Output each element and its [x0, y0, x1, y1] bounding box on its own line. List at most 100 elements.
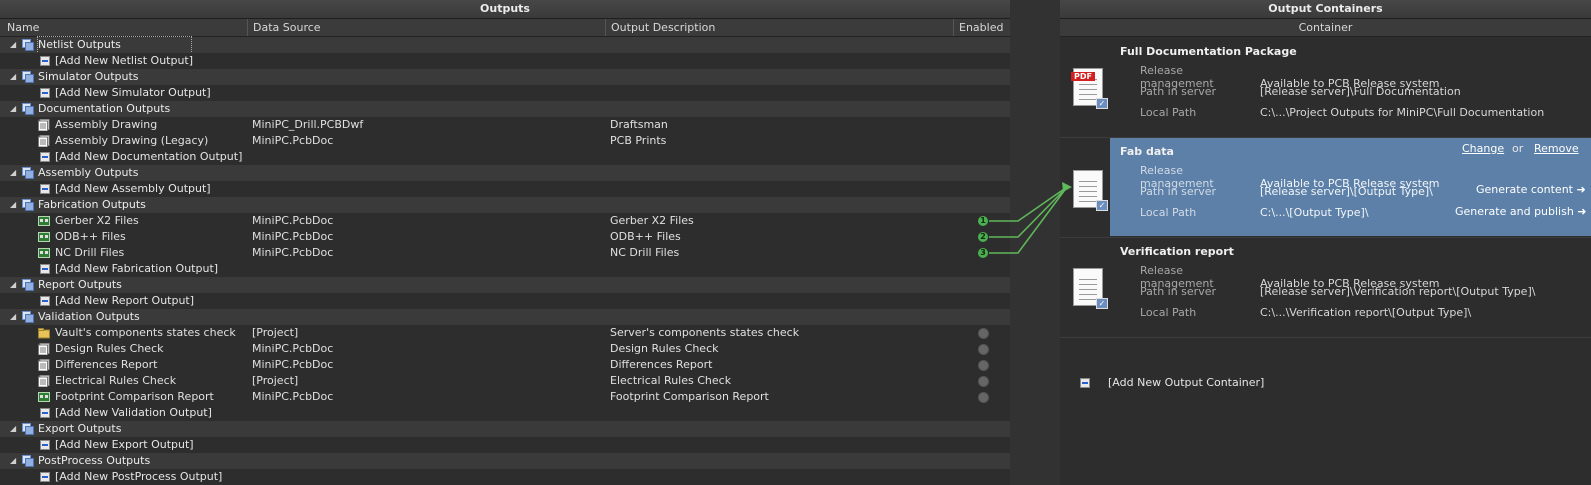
output-item-name: Electrical Rules Check	[55, 374, 177, 387]
add-output-container-link[interactable]: [Add New Output Container]	[1108, 376, 1264, 389]
enabled-toggle-off[interactable]	[978, 360, 989, 371]
output-group-icon	[22, 167, 34, 179]
add-output-link[interactable]: [Add New Assembly Output]	[55, 181, 211, 197]
add-output-icon[interactable]	[40, 184, 50, 194]
add-output-row[interactable]: [Add New Assembly Output]	[0, 181, 1010, 197]
add-output-icon[interactable]	[40, 296, 50, 306]
output-item-row[interactable]: Differences Report MiniPC.PcbDoc Differenc…	[0, 357, 1010, 373]
output-data-source[interactable]: [Project]	[252, 373, 298, 389]
add-output-row[interactable]: [Add New Validation Output]	[0, 405, 1010, 421]
add-output-link[interactable]: [Add New PostProcess Output]	[55, 469, 222, 485]
generate-and-publish-button[interactable]: Generate and publish ➜	[1455, 205, 1587, 218]
output-group-row[interactable]: ◢ Simulator Outputs	[0, 69, 1010, 85]
add-output-icon[interactable]	[40, 440, 50, 450]
output-data-source[interactable]: MiniPC.PcbDoc	[252, 229, 333, 245]
output-group-icon	[22, 103, 34, 115]
output-container-1[interactable]: PDF ✓ Full Documentation Package Release ma…	[1060, 38, 1591, 136]
add-output-link[interactable]: [Add New Simulator Output]	[55, 85, 211, 101]
add-container-icon[interactable]	[1080, 378, 1090, 388]
column-data-source[interactable]: Data Source	[247, 19, 321, 36]
enabled-toggle-off[interactable]	[978, 392, 989, 403]
add-output-row[interactable]: [Add New PostProcess Output]	[0, 469, 1010, 485]
collapse-triangle-icon[interactable]: ◢	[10, 277, 16, 293]
output-item-row[interactable]: Assembly Drawing (Legacy) MiniPC.PcbDoc PC…	[0, 133, 1010, 149]
container-property-row: Local Path C:\...\Project Outputs for Min…	[1140, 106, 1544, 119]
output-group-row[interactable]: ◢ Export Outputs	[0, 421, 1010, 437]
output-data-source[interactable]: MiniPC.PcbDoc	[252, 357, 333, 373]
output-data-source[interactable]: MiniPC.PcbDoc	[252, 341, 333, 357]
output-item-row[interactable]: Design Rules Check MiniPC.PcbDoc Design Ru…	[0, 341, 1010, 357]
add-output-link[interactable]: [Add New Validation Output]	[55, 405, 212, 421]
output-data-source[interactable]: MiniPC.PcbDoc	[252, 245, 333, 261]
add-output-row[interactable]: [Add New Fabrication Output]	[0, 261, 1010, 277]
output-group-row[interactable]: ◢ Assembly Outputs	[0, 165, 1010, 181]
collapse-triangle-icon[interactable]: ◢	[10, 421, 16, 437]
add-output-link[interactable]: [Add New Netlist Output]	[55, 53, 193, 69]
output-data-source[interactable]: MiniPC.PcbDoc	[252, 213, 333, 229]
output-item-row[interactable]: Footprint Comparison Report MiniPC.PcbDoc…	[0, 389, 1010, 405]
add-output-row[interactable]: [Add New Report Output]	[0, 293, 1010, 309]
add-output-link[interactable]: [Add New Fabrication Output]	[55, 261, 218, 277]
output-container-2[interactable]: ✓ Fab data Release management Available to …	[1073, 138, 1591, 236]
collapse-triangle-icon[interactable]: ◢	[10, 165, 16, 181]
column-enabled[interactable]: Enabled	[953, 19, 1003, 36]
generate-content-button[interactable]: Generate content ➜	[1476, 183, 1586, 196]
output-group-row[interactable]: ◢ Report Outputs	[0, 277, 1010, 293]
output-item-row[interactable]: Assembly Drawing MiniPC_Drill.PCBDwf Draft…	[0, 117, 1010, 133]
enabled-container-link[interactable]: 2	[978, 232, 988, 242]
containers-panel-title: Output Containers	[1060, 0, 1591, 19]
output-item-row[interactable]: ODB++ Files MiniPC.PcbDoc ODB++ Files 2	[0, 229, 1010, 245]
add-output-link[interactable]: [Add New Report Output]	[55, 293, 194, 309]
output-description: Differences Report	[610, 358, 713, 371]
pcb-output-icon	[38, 215, 50, 227]
collapse-triangle-icon[interactable]: ◢	[10, 453, 16, 469]
output-data-source[interactable]: MiniPC.PcbDoc	[252, 389, 333, 405]
output-group-row[interactable]: ◢ Documentation Outputs	[0, 101, 1010, 117]
add-output-icon[interactable]	[40, 56, 50, 66]
enabled-container-link[interactable]: 1	[978, 216, 988, 226]
output-group-row[interactable]: ◢ Netlist Outputs	[0, 36, 1010, 54]
add-output-icon[interactable]	[40, 472, 50, 482]
add-output-row[interactable]: [Add New Simulator Output]	[0, 85, 1010, 101]
add-output-icon[interactable]	[40, 408, 50, 418]
enabled-toggle-off[interactable]	[978, 344, 989, 355]
change-container-link[interactable]: Change	[1462, 142, 1504, 155]
container-property-row: Path in server [Release server]\Full Docu…	[1140, 85, 1461, 98]
column-output-description[interactable]: Output Description	[605, 19, 715, 36]
output-group-row[interactable]: ◢ PostProcess Outputs	[0, 453, 1010, 469]
panel-splitter[interactable]	[1010, 0, 1060, 485]
output-group-row[interactable]: ◢ Validation Outputs	[0, 309, 1010, 325]
output-data-source[interactable]: MiniPC.PcbDoc	[252, 133, 333, 149]
add-output-row[interactable]: [Add New Export Output]	[0, 437, 1010, 453]
output-data-source[interactable]: [Project]	[252, 325, 298, 341]
collapse-triangle-icon[interactable]: ◢	[10, 197, 16, 213]
collapse-triangle-icon[interactable]: ◢	[10, 69, 16, 85]
enabled-toggle-off[interactable]	[978, 328, 989, 339]
output-item-name: Vault's components states check	[55, 326, 236, 339]
add-output-link[interactable]: [Add New Documentation Output]	[55, 149, 242, 165]
output-item-name: Assembly Drawing	[55, 118, 158, 131]
enabled-container-link[interactable]: 3	[978, 248, 988, 258]
add-output-icon[interactable]	[40, 264, 50, 274]
add-output-icon[interactable]	[40, 88, 50, 98]
collapse-triangle-icon[interactable]: ◢	[10, 309, 16, 325]
output-container-3[interactable]: ✓ Verification report Release management Av…	[1060, 238, 1591, 336]
output-group-row[interactable]: ◢ Fabrication Outputs	[0, 197, 1010, 213]
column-name[interactable]: Name	[2, 19, 39, 36]
output-data-source[interactable]: MiniPC_Drill.PCBDwf	[252, 117, 363, 133]
collapse-triangle-icon[interactable]: ◢	[10, 37, 16, 53]
add-output-icon[interactable]	[40, 152, 50, 162]
output-item-row[interactable]: Electrical Rules Check [Project] Electrica…	[0, 373, 1010, 389]
output-item-row[interactable]: Vault's components states check [Project]…	[0, 325, 1010, 341]
collapse-triangle-icon[interactable]: ◢	[10, 101, 16, 117]
add-output-row[interactable]: [Add New Documentation Output]	[0, 149, 1010, 165]
column-container[interactable]: Container	[1060, 19, 1591, 36]
add-output-link[interactable]: [Add New Export Output]	[55, 437, 194, 453]
remove-container-link[interactable]: Remove	[1534, 142, 1579, 155]
add-output-row[interactable]: [Add New Netlist Output]	[0, 53, 1010, 69]
output-group-name: Export Outputs	[38, 422, 122, 435]
enabled-toggle-off[interactable]	[978, 376, 989, 387]
output-item-row[interactable]: Gerber X2 Files MiniPC.PcbDoc Gerber X2 Fi…	[0, 213, 1010, 229]
output-item-name: Differences Report	[55, 358, 158, 371]
output-item-row[interactable]: NC Drill Files MiniPC.PcbDoc NC Drill File…	[0, 245, 1010, 261]
